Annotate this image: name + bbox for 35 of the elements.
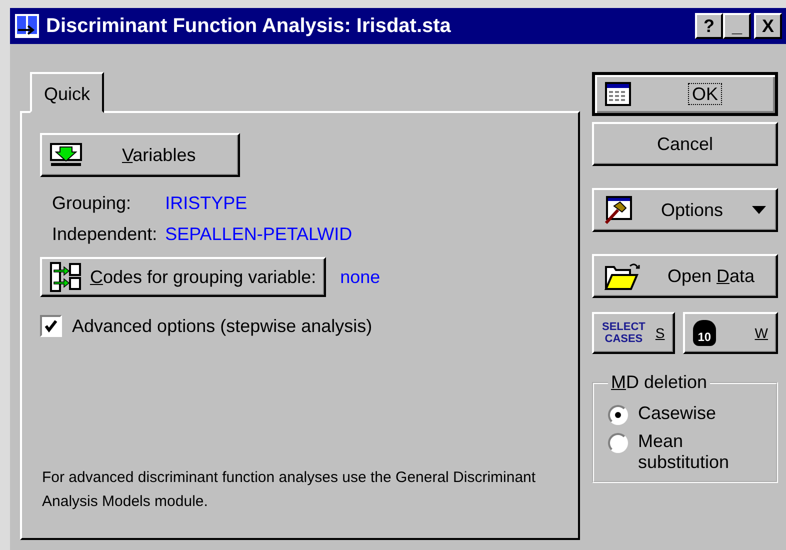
field-label: Grouping: <box>52 193 132 214</box>
open-data-button[interactable]: Open Data <box>592 254 778 298</box>
title-bar-button[interactable]: X <box>754 13 782 39</box>
checkmark-icon <box>44 319 58 333</box>
columns-arrows-icon <box>50 262 82 292</box>
weight-icon: 10 <box>692 320 716 346</box>
dropdown-arrow-icon <box>752 206 766 214</box>
app-icon <box>14 13 40 39</box>
radio-label: Casewise <box>638 403 718 424</box>
group-title: MD deletion <box>610 372 708 393</box>
field-value: IRISTYPE <box>165 193 248 214</box>
title-bar-button[interactable]: _ <box>723 13 751 39</box>
variables-button[interactable]: Variables <box>40 133 240 177</box>
codes-value: none <box>340 266 380 288</box>
tab[interactable]: Quick <box>30 72 104 113</box>
field-value: SEPALLEN-PETALWID <box>165 224 354 245</box>
radio-label: Mean substitution <box>638 431 730 473</box>
folder-icon <box>604 261 642 291</box>
table-icon <box>605 82 631 106</box>
window-title: Discriminant Function Analysis: Irisdat.sta <box>46 14 452 38</box>
radio-button[interactable] <box>608 433 628 453</box>
options-button[interactable]: Options <box>592 188 778 232</box>
checkbox-label: Advanced options (stepwise analysis) <box>72 316 372 336</box>
weight-button[interactable]: 10 W <box>682 312 778 354</box>
table-arrow-icon <box>50 143 84 167</box>
title-bar-button[interactable]: ? <box>695 13 723 39</box>
note-text: For advanced discriminant function analyses use the General Discriminant Analysis Models module. <box>42 468 537 512</box>
cancel-button[interactable]: Cancel <box>592 122 778 166</box>
select-cases-icon: SELECT CASES <box>602 321 646 345</box>
codes-button[interactable]: Codes for grouping variable: <box>40 257 326 297</box>
field-label: Independent: <box>52 224 158 245</box>
radio-button[interactable] <box>608 405 628 425</box>
hammer-icon <box>604 196 632 224</box>
advanced-options-checkbox[interactable] <box>40 315 62 337</box>
ok-button[interactable]: OK <box>592 72 778 116</box>
